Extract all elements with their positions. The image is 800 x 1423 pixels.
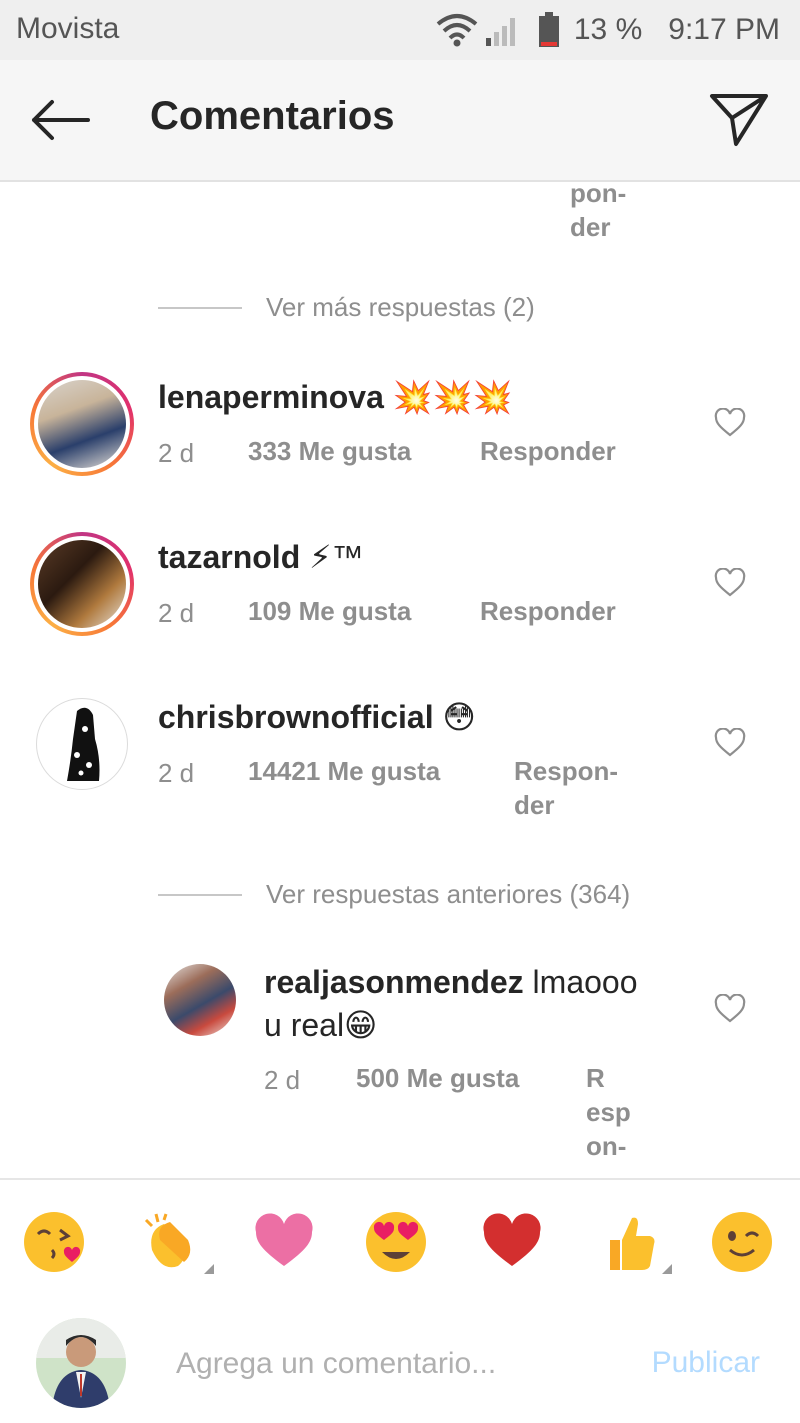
reply-text-line2: u real😁: [264, 1007, 378, 1043]
avatar-figure-icon: [67, 707, 100, 781]
heart-icon[interactable]: [714, 568, 746, 598]
comment-text: 💥💥💥: [392, 379, 513, 415]
page-title: Comentarios: [150, 94, 395, 138]
clap-emoji-button[interactable]: [138, 1210, 202, 1274]
wifi-icon: [436, 14, 478, 47]
header-bar: Comentarios: [0, 60, 800, 182]
reply-button[interactable]: Responder: [480, 594, 616, 628]
reply-username[interactable]: realjasonmendez lmaooo: [264, 964, 638, 1001]
reply-button[interactable]: R esp on-: [586, 1061, 631, 1163]
thumbs-up-emoji-button[interactable]: [596, 1210, 660, 1274]
reply-button[interactable]: Responder: [480, 434, 616, 468]
view-previous-replies-label: Ver respuestas anteriores (364): [266, 879, 631, 909]
back-arrow-icon[interactable]: [28, 96, 92, 144]
heart-icon[interactable]: [714, 994, 746, 1024]
publish-button[interactable]: Publicar: [652, 1346, 760, 1380]
avatar[interactable]: [30, 532, 134, 636]
comments-list[interactable]: pon- der Ver más respuestas (2) lenaperm…: [0, 182, 800, 1178]
reply-button[interactable]: Respon- der: [514, 754, 618, 822]
comment-age: 2 d: [158, 438, 195, 468]
reply-link-partial[interactable]: pon- der: [570, 182, 626, 244]
comment-composer: Publicar: [0, 1302, 800, 1423]
emoji-variant-indicator: [204, 1264, 214, 1274]
status-bar: Movista 13 % 9:17 PM: [0, 0, 800, 60]
emoji-variant-indicator: [662, 1264, 672, 1274]
reply-text: lmaooo: [532, 964, 638, 1000]
kiss-emoji-button[interactable]: [22, 1210, 86, 1274]
comment-input[interactable]: [176, 1342, 596, 1386]
heart-icon[interactable]: [714, 408, 746, 438]
signal-icon: [485, 18, 515, 46]
likes-count[interactable]: 109 Me gusta: [248, 594, 411, 628]
battery-percent: 13 %: [573, 13, 643, 46]
comment-age: 2 d: [158, 758, 195, 788]
comment-username[interactable]: chrisbrownofficial 😳: [158, 698, 476, 736]
red-heart-emoji-button[interactable]: [480, 1210, 544, 1274]
comment-age: 2 d: [158, 598, 195, 628]
avatar[interactable]: [36, 698, 128, 790]
reply-age: 2 d: [264, 1065, 301, 1095]
current-user-avatar: [36, 1318, 126, 1408]
comment-text: 😳: [442, 699, 476, 735]
send-icon[interactable]: [708, 90, 770, 148]
likes-count[interactable]: 500 Me gusta: [356, 1061, 519, 1095]
avatar-photo-icon: [36, 1318, 126, 1408]
battery-icon: [538, 12, 559, 47]
emoji-quick-bar: [0, 1178, 800, 1304]
pink-heart-emoji-button[interactable]: [252, 1210, 316, 1274]
carrier-name: Movista: [16, 12, 120, 45]
comment-text: ⚡™: [309, 539, 364, 575]
wink-emoji-button[interactable]: [710, 1210, 774, 1274]
divider-line: [158, 306, 242, 309]
view-more-replies-label: Ver más respuestas (2): [266, 292, 535, 322]
avatar[interactable]: [30, 372, 134, 476]
view-more-replies[interactable]: Ver más respuestas (2): [158, 292, 535, 323]
comment-username[interactable]: lenaperminova 💥💥💥: [158, 378, 512, 416]
clock: 9:17 PM: [668, 13, 780, 46]
heart-icon[interactable]: [714, 728, 746, 758]
heart-eyes-emoji-button[interactable]: [364, 1210, 428, 1274]
likes-count[interactable]: 14421 Me gusta: [248, 754, 440, 788]
comment-username[interactable]: tazarnold ⚡™: [158, 538, 364, 576]
view-previous-replies[interactable]: Ver respuestas anteriores (364): [158, 879, 630, 910]
avatar[interactable]: [164, 964, 236, 1036]
divider-line: [158, 893, 242, 896]
status-right: 13 % 9:17 PM: [436, 12, 780, 48]
likes-count[interactable]: 333 Me gusta: [248, 434, 411, 468]
